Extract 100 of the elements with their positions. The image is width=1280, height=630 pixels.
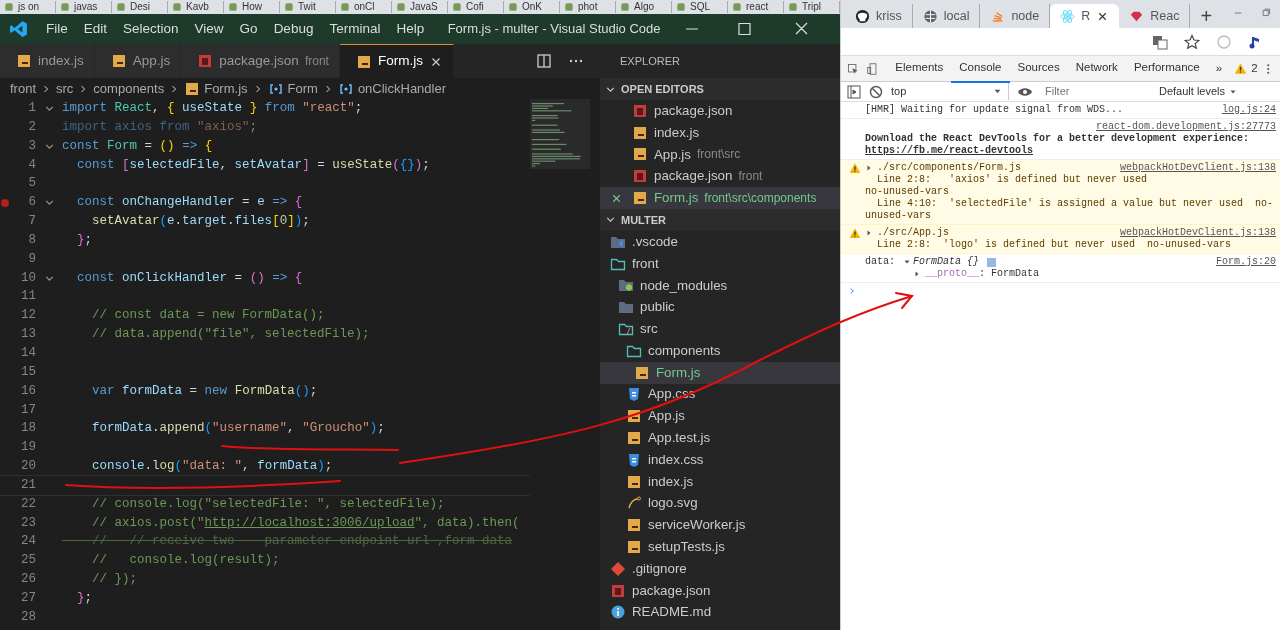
code-line: }; — [76, 231, 93, 249]
object-value: FormData {} — [913, 256, 980, 268]
star-icon[interactable] — [1184, 33, 1200, 50]
browser-tab[interactable]: react — [728, 1, 784, 13]
browser-tab[interactable]: javas — [56, 1, 112, 13]
tree-item[interactable]: package.json — [600, 579, 840, 602]
editor-tab[interactable]: package.json front — [181, 44, 340, 78]
menu-item[interactable]: Terminal — [321, 18, 389, 40]
tree-item[interactable]: index.css — [600, 448, 840, 471]
levels-dropdown[interactable]: Default levels — [1159, 83, 1238, 100]
tree-item[interactable]: Form.js — [600, 361, 840, 384]
breakpoint-dot[interactable] — [1, 198, 9, 207]
menu-item[interactable]: View — [186, 18, 232, 40]
section-header[interactable]: OPEN EDITORS — [600, 78, 840, 100]
menu-item[interactable]: Edit — [75, 18, 116, 40]
info-icon — [987, 257, 997, 267]
menu-item[interactable]: Selection — [115, 18, 187, 40]
devtools-tab[interactable]: Network — [1067, 53, 1126, 84]
line-number: 5 — [27, 175, 36, 193]
tree-item[interactable]: App.js — [600, 405, 840, 428]
split-editor-icon[interactable] — [536, 53, 552, 69]
source-link[interactable]: webpackHotDevClient.js:138 — [1111, 227, 1276, 239]
open-editor-item[interactable]: index.js — [600, 121, 840, 144]
browser-tab[interactable]: js on — [0, 1, 56, 13]
code-line: const [selectedFile, setAvatar] = useState({}); — [76, 156, 430, 174]
open-editor-item[interactable]: package.json — [600, 100, 840, 122]
menu-item[interactable]: Debug — [265, 18, 322, 40]
source-link[interactable]: Form.js:20 — [1208, 256, 1276, 268]
browser-tab[interactable]: kriss — [845, 4, 913, 28]
browser-tab[interactable]: Twit — [280, 1, 336, 13]
open-editor-item[interactable]: package.json front — [600, 165, 840, 188]
source-link[interactable]: react-dom.development.js:27773 — [1087, 121, 1276, 133]
expand-triangle-icon[interactable] — [865, 164, 873, 172]
js-file-icon — [634, 364, 650, 381]
expand-triangle-icon[interactable] — [903, 258, 911, 266]
menu-item[interactable]: Help — [388, 18, 433, 40]
new-tab-button[interactable]: + — [1190, 4, 1223, 28]
browser-tab[interactable]: How — [224, 1, 280, 13]
browser-tab[interactable]: Reac — [1119, 4, 1191, 28]
tree-item[interactable]: front — [600, 252, 840, 275]
warning-count[interactable]: 2 — [1230, 59, 1266, 78]
sidebar-icon[interactable] — [847, 84, 861, 99]
tree-item[interactable]: src — [600, 318, 840, 340]
editor-tab[interactable]: index.js — [0, 44, 95, 78]
browser-tab[interactable]: phot — [560, 1, 616, 13]
editor-tab[interactable]: Form.js — [339, 44, 454, 78]
favicon-icon — [788, 2, 798, 12]
editor-tab[interactable]: App.js — [94, 44, 182, 78]
browser-tab[interactable]: Cofi — [448, 1, 504, 13]
browser-tab[interactable]: SQL — [672, 1, 728, 13]
js-file-icon — [626, 539, 642, 556]
section-header[interactable]: MULTER — [600, 209, 840, 231]
breadcrumb-item[interactable]: Form.js — [184, 78, 248, 99]
clear-console-icon[interactable] — [869, 84, 883, 99]
browser-tab[interactable]: Algo — [616, 1, 672, 13]
browser-tab[interactable]: Kavb — [168, 1, 224, 13]
breadcrumb-item[interactable]: src — [56, 78, 74, 99]
breadcrumb-item[interactable]: front — [10, 78, 36, 99]
tree-item[interactable]: .vscode — [600, 231, 840, 253]
tree-item[interactable]: public — [600, 296, 840, 319]
source-link[interactable]: log.js:24 — [1214, 104, 1276, 116]
browser-tab[interactable]: onCl — [336, 1, 392, 13]
tree-item[interactable]: setupTests.js — [600, 536, 840, 558]
open-editor-item[interactable]: Form.js front\src\components — [600, 187, 840, 209]
more-tabs-button[interactable]: » — [1207, 59, 1231, 78]
breadcrumb-item[interactable]: Form — [267, 78, 318, 99]
browser-tab[interactable]: Desi — [112, 1, 168, 13]
link[interactable]: https://fb.me/react-devtools — [865, 145, 1034, 156]
devtools-tab[interactable]: Sources — [1009, 53, 1068, 84]
breadcrumb-item[interactable]: onClickHandler — [337, 78, 447, 99]
menu-item[interactable]: File — [38, 18, 76, 40]
browser-tab[interactable]: JavaS — [392, 1, 448, 13]
eye-icon[interactable] — [1017, 85, 1033, 98]
browser-tab[interactable]: R — [1050, 4, 1120, 28]
tree-item[interactable]: node_modules — [600, 274, 840, 297]
tree-item[interactable]: logo.svg — [600, 492, 840, 515]
devtools-tab[interactable]: Console — [951, 53, 1010, 84]
translate-icon[interactable] — [1152, 33, 1168, 50]
device-icon[interactable] — [866, 60, 878, 77]
breadcrumb-item[interactable]: components — [93, 78, 165, 99]
devtools-tab[interactable]: Elements — [887, 53, 952, 84]
tree-item[interactable]: serviceWorker.js — [600, 514, 840, 537]
tree-item[interactable]: index.js — [600, 470, 840, 493]
open-editor-item[interactable]: App.js front\src — [600, 143, 840, 166]
expand-triangle-icon[interactable] — [865, 229, 873, 237]
devtools-tab[interactable]: Performance — [1125, 53, 1208, 84]
warning-title: ./src/App.js — [877, 227, 949, 239]
source-link[interactable]: webpackHotDevClient.js:138 — [1111, 162, 1276, 174]
js-file-icon — [632, 190, 648, 207]
expand-triangle-icon[interactable] — [913, 270, 921, 278]
tree-item[interactable]: .gitignore — [600, 557, 840, 580]
tree-item[interactable]: components — [600, 339, 840, 362]
browser-tab[interactable]: OnK — [504, 1, 560, 13]
context-dropdown[interactable]: top — [891, 83, 1009, 100]
browser-tab[interactable]: local — [912, 4, 981, 28]
line-number: 28 — [20, 608, 36, 626]
tree-item[interactable]: README.md — [600, 601, 840, 624]
console-message: Download the React DevTools for a better development experience: https://fb.me/react-devtools — [865, 133, 1251, 157]
menu-item[interactable]: Go — [231, 18, 266, 40]
tree-item[interactable]: App.test.js — [600, 427, 840, 449]
